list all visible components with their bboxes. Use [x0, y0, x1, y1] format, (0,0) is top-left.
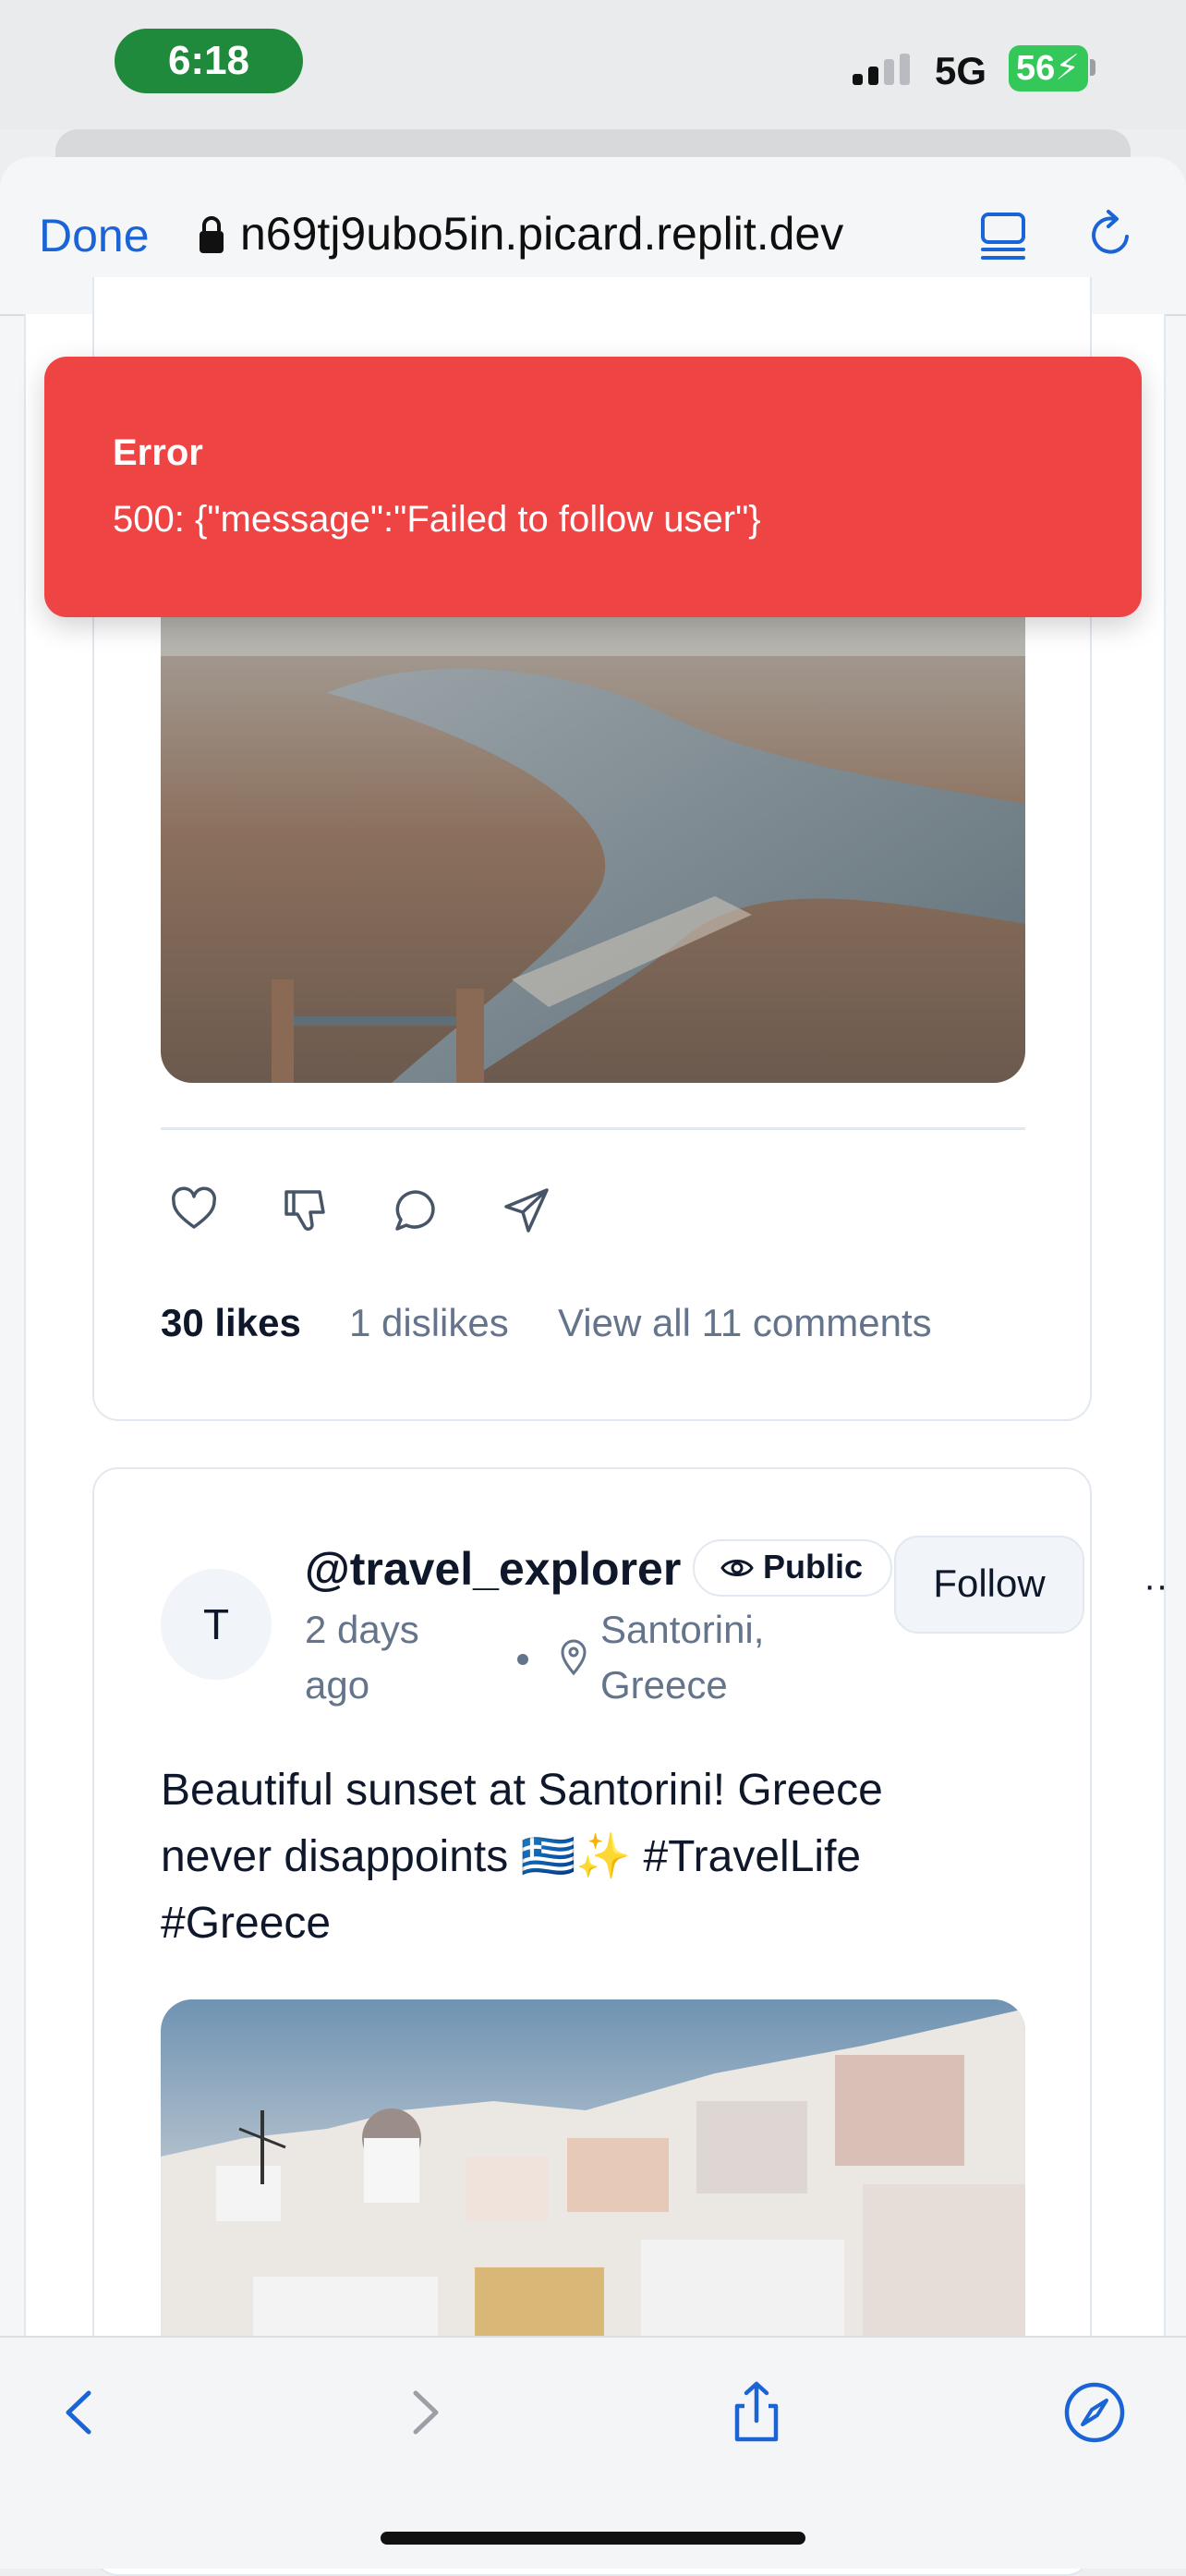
avatar[interactable]: T — [161, 1569, 272, 1680]
toast-message: 500: {"message":"Failed to follow user"} — [113, 499, 761, 540]
signal-icon — [853, 54, 910, 85]
heart-icon[interactable] — [168, 1185, 220, 1236]
error-toast[interactable] — [44, 357, 1142, 617]
network-label: 5G — [935, 49, 987, 92]
toast-title: Error — [113, 432, 203, 473]
post-divider — [161, 1127, 1025, 1130]
location-pin-icon — [561, 1639, 587, 1676]
url-field[interactable]: n69tj9ubo5in.picard.replit.dev — [240, 201, 933, 266]
battery-level: 56 — [1016, 49, 1056, 88]
visibility-label: Public — [763, 1548, 864, 1586]
reader-icon[interactable] — [979, 207, 1027, 262]
post-text: Beautiful sunset at Santorini! Greece ne… — [161, 1766, 883, 1948]
dislikes-count[interactable]: 1 dislikes — [349, 1297, 509, 1349]
battery-tip — [1090, 59, 1095, 76]
send-icon[interactable] — [501, 1185, 552, 1236]
post-location: Santorini, Greece — [600, 1608, 765, 1707]
back-icon[interactable] — [48, 2380, 113, 2445]
post-image-santorini[interactable] — [161, 1999, 1025, 2369]
compass-icon[interactable] — [1062, 2380, 1127, 2445]
thumbs-down-icon[interactable] — [279, 1185, 331, 1236]
forward-icon[interactable] — [392, 2380, 456, 2445]
post-image-city-river[interactable] — [161, 591, 1025, 1083]
separator-dot — [517, 1654, 528, 1665]
comment-icon[interactable] — [390, 1185, 442, 1236]
battery-indicator: 56⚡ — [1009, 45, 1088, 91]
likes-count[interactable]: 30 likes — [161, 1297, 301, 1349]
charging-icon: ⚡ — [1055, 49, 1080, 88]
lock-icon — [200, 216, 224, 253]
more-options-icon[interactable]: ·· — [1144, 1567, 1168, 1604]
reload-icon[interactable] — [1086, 207, 1138, 262]
status-time: 6:18 — [115, 29, 303, 93]
done-button[interactable]: Done — [39, 203, 150, 268]
view-comments-link[interactable]: View all 11 comments — [558, 1297, 932, 1349]
post-time: 2 days ago — [305, 1608, 419, 1707]
username-link[interactable]: @travel_explorer — [305, 1537, 681, 1600]
home-indicator — [381, 2532, 805, 2545]
share-icon[interactable] — [724, 2380, 789, 2445]
eye-icon — [720, 1560, 754, 1576]
follow-button[interactable]: Follow — [894, 1536, 1084, 1634]
